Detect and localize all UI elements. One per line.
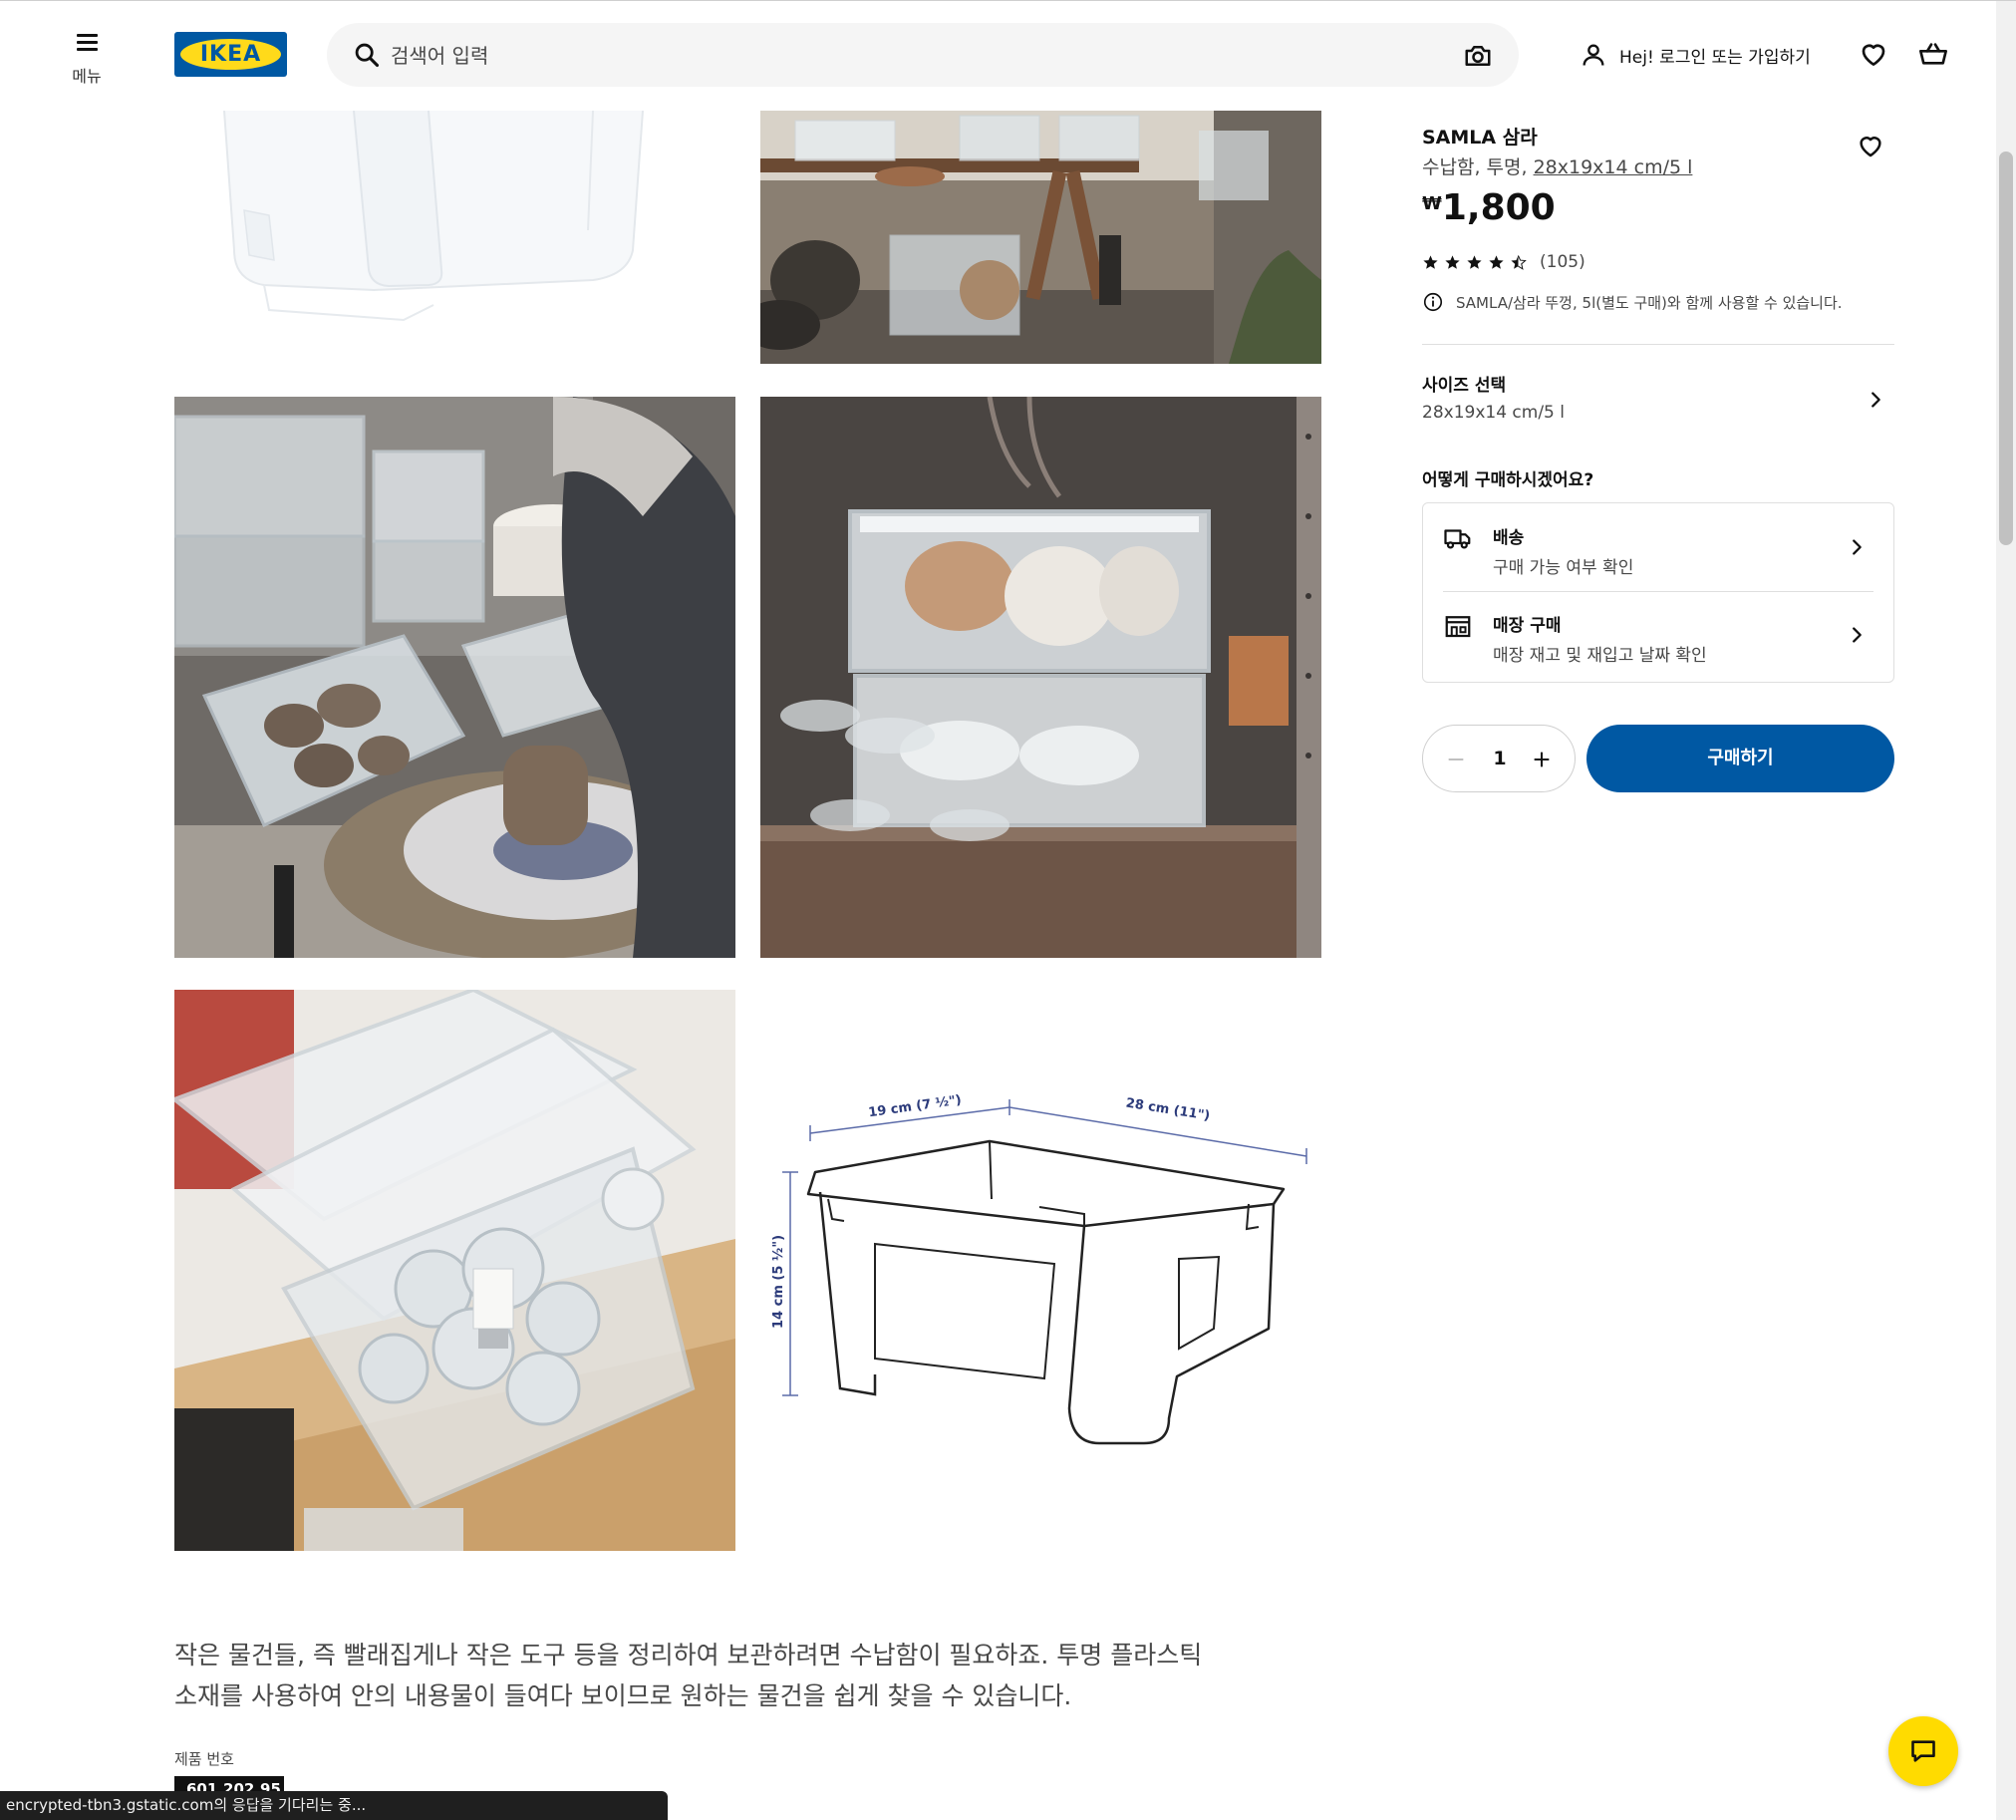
login-label: Hej! 로그인 또는 가입하기 <box>1619 47 1811 68</box>
samla-boxes-garden-shed-image[interactable] <box>760 111 1321 364</box>
delivery-option-title: 배송 <box>1493 528 1525 548</box>
product-description: 작은 물건들, 즉 빨래집게나 작은 도구 등을 정리하여 보관하려면 수납함이… <box>174 1641 1203 1710</box>
favorite-heart-icon[interactable] <box>1856 131 1885 160</box>
price-value: 1,800 <box>1441 187 1556 228</box>
store-option-title: 매장 구매 <box>1493 616 1562 636</box>
half-star-icon <box>1511 254 1527 270</box>
camera-icon[interactable] <box>1463 41 1493 71</box>
buy-button[interactable]: 구매하기 <box>1586 725 1894 792</box>
review-count: (105) <box>1540 252 1585 272</box>
height-dimension-label: 14 cm (5 ½") <box>771 1235 786 1329</box>
product-number-label: 제품 번호 <box>174 1750 234 1768</box>
panel-divider <box>1422 344 1894 345</box>
product-size-link[interactable]: 28x19x14 cm/5 l <box>1534 156 1693 178</box>
ikea-logo[interactable]: IKEA <box>174 32 287 77</box>
chevron-right-icon <box>1853 539 1862 555</box>
size-selector-value: 28x19x14 cm/5 l <box>1422 403 1565 423</box>
size-selector[interactable]: 사이즈 선택 28x19x14 cm/5 l <box>1422 369 1894 429</box>
search-input[interactable] <box>389 35 1389 77</box>
chevron-right-icon <box>1853 627 1862 643</box>
logo-text: IKEA <box>199 42 262 67</box>
garden-shed-photo <box>760 111 1321 364</box>
star-icon <box>1489 254 1504 269</box>
login-link[interactable]: Hej! 로그인 또는 가입하기 <box>1580 38 1811 72</box>
star-icon <box>1423 254 1438 269</box>
menu-button[interactable]: 메뉴 <box>55 26 119 96</box>
delivery-option[interactable]: 배송 구매 가능 여부 확인 <box>1423 503 1893 591</box>
purchase-options: 배송 구매 가능 여부 확인 매장 구매 매장 재고 및 재입고 날짜 확인 <box>1422 502 1894 683</box>
pottery-wheel-photo <box>174 397 735 958</box>
price-currency: ₩ <box>1422 193 1442 214</box>
user-icon <box>1583 44 1604 66</box>
window-top-border <box>0 0 2016 1</box>
store-option-subtitle: 매장 재고 및 재입고 날짜 확인 <box>1493 646 1707 666</box>
quantity-value[interactable]: 1 <box>1477 726 1523 791</box>
cart-icon[interactable] <box>1917 38 1949 70</box>
menu-icon <box>76 34 98 51</box>
chevron-right-icon <box>1872 392 1880 408</box>
search-bar[interactable] <box>327 23 1519 87</box>
minus-icon[interactable] <box>1445 749 1467 770</box>
star-icon <box>1467 254 1482 269</box>
samla-boxes-glassware-shelf-image[interactable] <box>760 397 1321 958</box>
chat-button[interactable] <box>1888 1716 1958 1786</box>
info-icon <box>1423 292 1443 312</box>
delivery-option-subtitle: 구매 가능 여부 확인 <box>1493 558 1634 578</box>
search-icon[interactable] <box>353 41 381 69</box>
product-image-drawing <box>223 111 644 322</box>
purchase-heading: 어떻게 구매하시겠어요? <box>1422 470 1594 490</box>
product-price: ₩1,800 <box>1422 187 1556 228</box>
light-bulbs-photo <box>174 990 735 1551</box>
product-rating[interactable]: (105) <box>1422 251 1585 273</box>
plus-icon[interactable] <box>1531 749 1553 770</box>
product-type: 수납함, 투명, 28x19x14 cm/5 l <box>1422 152 1692 179</box>
browser-status-bar: encrypted-tbn3.gstatic.com의 응답을 기다리는 중..… <box>0 1791 668 1820</box>
heart-icon[interactable] <box>1858 38 1889 70</box>
store-option[interactable]: 매장 구매 매장 재고 및 재입고 날짜 확인 <box>1423 591 1893 679</box>
scrollbar-thumb[interactable] <box>1999 152 2013 545</box>
menu-label: 메뉴 <box>72 67 102 86</box>
length-dimension-label: 28 cm (11") <box>1125 1096 1211 1124</box>
product-name: SAMLA 삼라 <box>1422 127 1538 149</box>
store-icon <box>1445 616 1471 638</box>
quantity-stepper: 1 <box>1422 725 1576 792</box>
samla-box-product-image[interactable] <box>174 111 735 364</box>
product-info-note: SAMLA/삼라 뚜껑, 5l(별도 구매)와 함께 사용할 수 있습니다. <box>1422 291 1843 313</box>
samla-box-dimension-drawing[interactable]: 19 cm (7 ½") 28 cm (11") 14 cm (5 ½") <box>760 990 1321 1551</box>
info-note-text: SAMLA/삼라 뚜껑, 5l(별도 구매)와 함께 사용할 수 있습니다. <box>1456 293 1843 312</box>
chat-icon <box>1911 1740 1935 1762</box>
samla-box-light-bulbs-image[interactable] <box>174 990 735 1551</box>
star-icon <box>1445 254 1460 269</box>
product-type-prefix: 수납함, 투명, <box>1422 156 1534 178</box>
truck-icon <box>1444 529 1471 549</box>
glassware-shelf-photo <box>760 397 1321 958</box>
samla-boxes-pottery-wheel-image[interactable] <box>174 397 735 958</box>
size-selector-title: 사이즈 선택 <box>1422 376 1507 396</box>
width-dimension-label: 19 cm (7 ½") <box>867 1092 962 1120</box>
dimension-line-drawing: 19 cm (7 ½") 28 cm (11") 14 cm (5 ½") <box>771 1092 1307 1445</box>
